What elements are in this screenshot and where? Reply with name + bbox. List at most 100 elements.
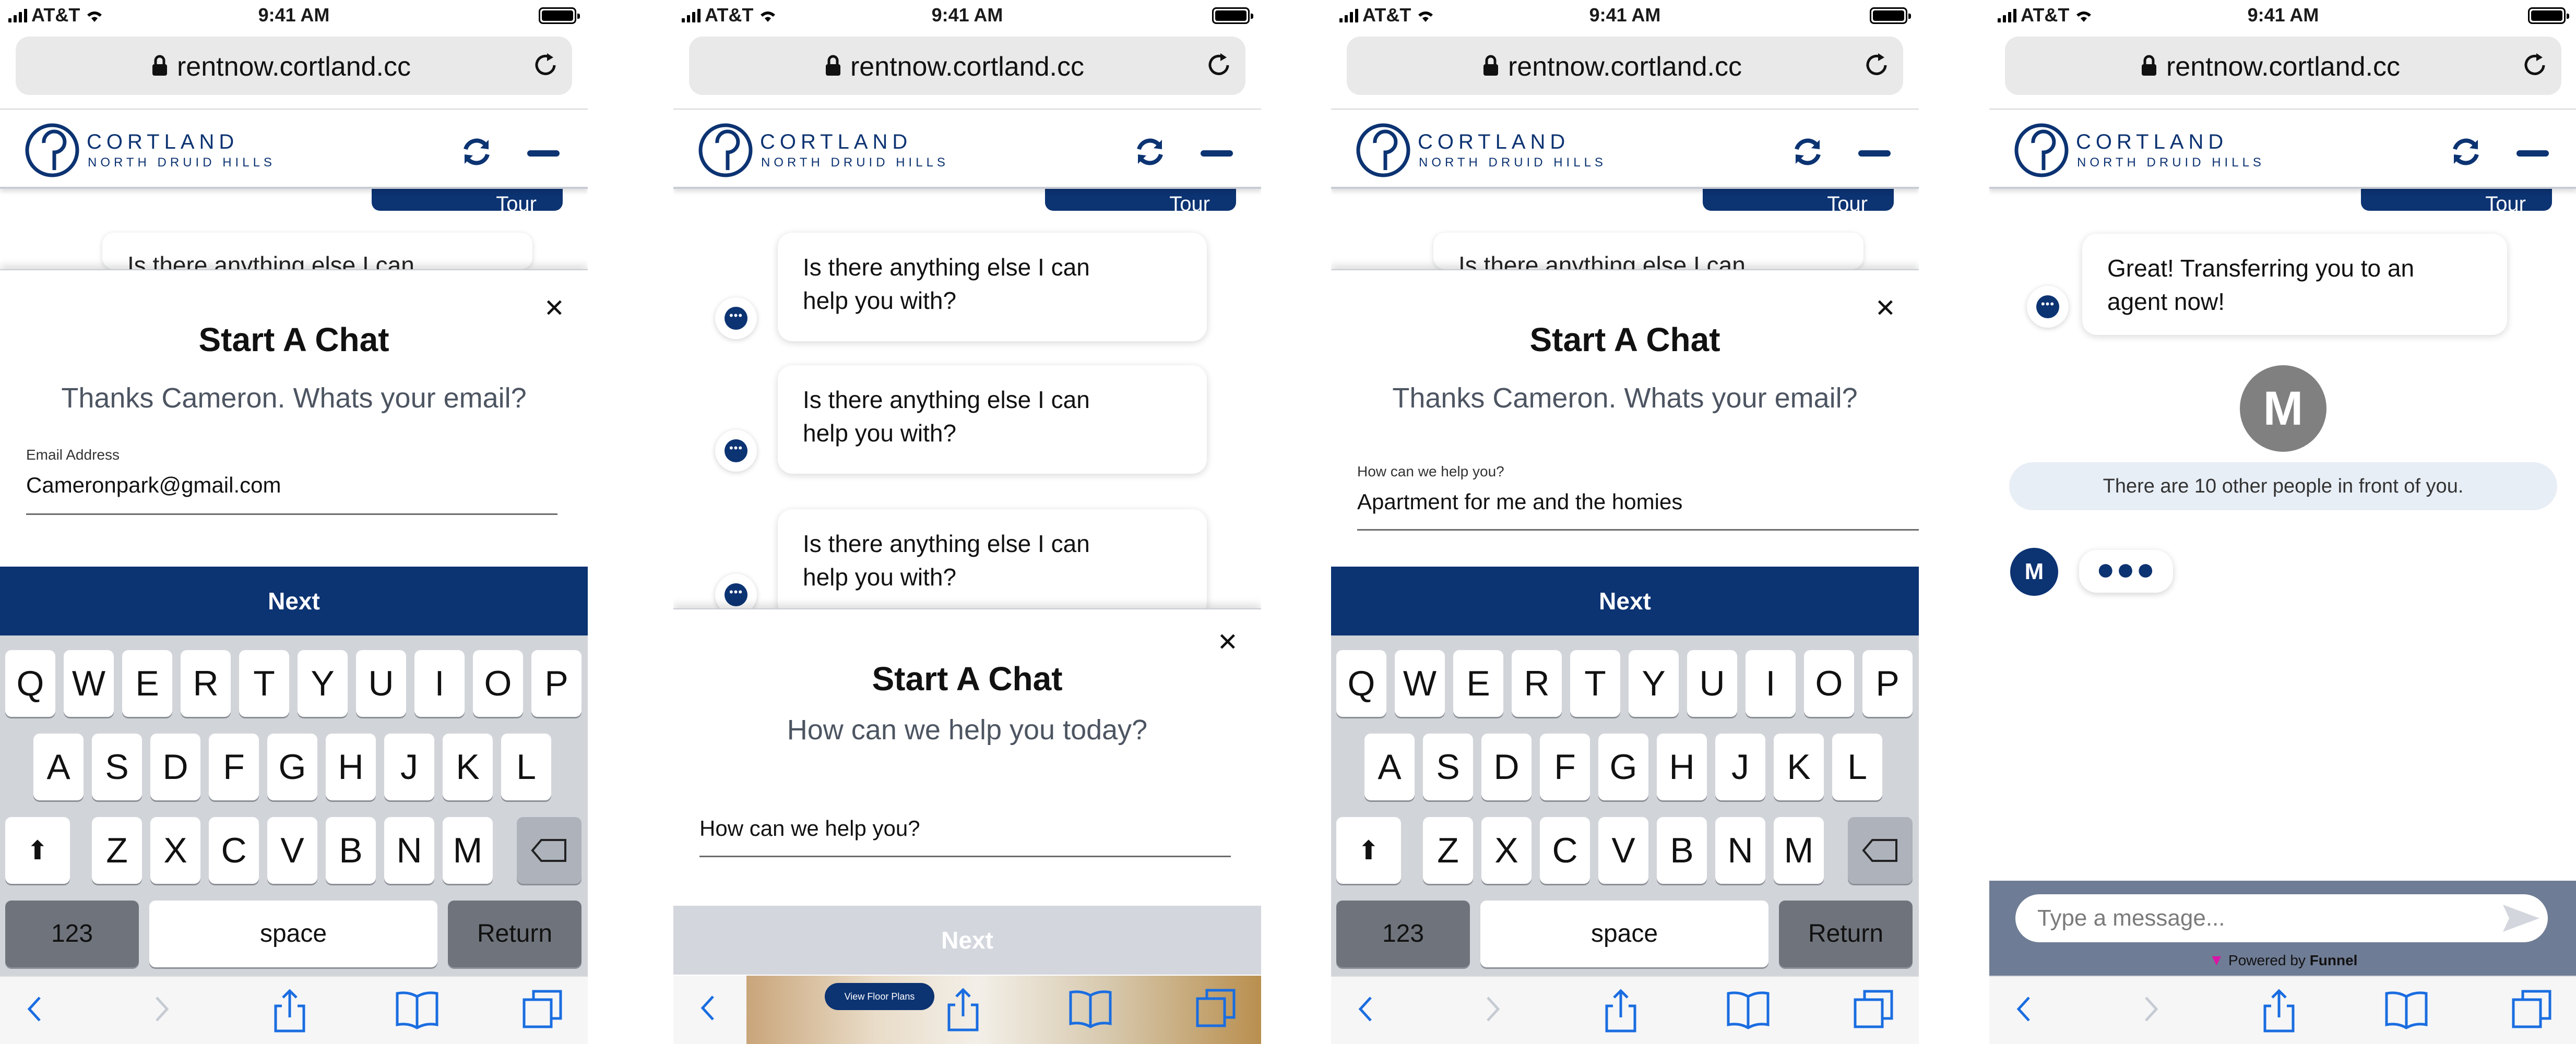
key-y[interactable]: Y	[298, 650, 348, 717]
back-icon[interactable]	[23, 988, 44, 1030]
key-a[interactable]: A	[1364, 734, 1415, 800]
back-icon[interactable]	[696, 987, 717, 1029]
key-f[interactable]: F	[1540, 734, 1590, 800]
numbers-key[interactable]: 123	[5, 901, 139, 967]
key-x[interactable]: X	[150, 817, 200, 884]
key-k[interactable]: K	[1774, 734, 1824, 800]
share-icon[interactable]	[271, 988, 308, 1033]
key-m[interactable]: M	[1774, 817, 1824, 884]
back-icon[interactable]	[1354, 988, 1375, 1030]
minimize-icon[interactable]	[1858, 150, 1891, 157]
key-u[interactable]: U	[356, 650, 406, 717]
key-d[interactable]: D	[150, 734, 200, 800]
key-i[interactable]: I	[414, 650, 465, 717]
share-icon[interactable]	[2261, 988, 2297, 1033]
key-h[interactable]: H	[1657, 734, 1707, 800]
return-key[interactable]: Return	[448, 901, 581, 967]
key-n[interactable]: N	[1715, 817, 1765, 884]
space-key[interactable]: space	[1480, 901, 1768, 967]
key-f[interactable]: F	[209, 734, 259, 800]
key-e[interactable]: E	[122, 650, 172, 717]
bookmarks-icon[interactable]	[395, 988, 440, 1030]
shift-icon[interactable]: ⬆	[1336, 817, 1401, 884]
key-p[interactable]: P	[531, 650, 581, 717]
reload-icon[interactable]	[2521, 51, 2549, 79]
backspace-icon[interactable]	[1848, 817, 1913, 884]
key-w[interactable]: W	[64, 650, 114, 717]
view-floor-plans-button[interactable]: View Floor Plans	[825, 983, 934, 1010]
key-b[interactable]: B	[326, 817, 376, 884]
share-icon[interactable]	[1602, 988, 1639, 1033]
forward-icon[interactable]	[2141, 988, 2162, 1030]
key-s[interactable]: S	[1423, 734, 1473, 800]
tabs-icon[interactable]	[522, 988, 564, 1030]
address-bar[interactable]: rentnow.cortland.cc	[1347, 37, 1903, 95]
send-icon[interactable]	[2502, 903, 2541, 934]
forward-icon[interactable]	[1482, 988, 1503, 1030]
key-z[interactable]: Z	[1423, 817, 1473, 884]
key-x[interactable]: X	[1481, 817, 1532, 884]
key-q[interactable]: Q	[5, 650, 55, 717]
key-c[interactable]: C	[1540, 817, 1590, 884]
key-h[interactable]: H	[326, 734, 376, 800]
minimize-icon[interactable]	[527, 150, 560, 157]
address-bar[interactable]: rentnow.cortland.cc	[16, 37, 572, 95]
key-d[interactable]: D	[1481, 734, 1532, 800]
next-button[interactable]: Next	[1331, 567, 1919, 635]
address-bar[interactable]: rentnow.cortland.cc	[689, 37, 1245, 95]
close-icon[interactable]: ✕	[1875, 296, 1896, 321]
backspace-icon[interactable]	[517, 817, 581, 884]
next-button[interactable]: Next	[0, 567, 588, 635]
share-icon[interactable]	[945, 987, 981, 1032]
space-key[interactable]: space	[149, 901, 437, 967]
help-field[interactable]: Apartment for me and the homies	[1357, 489, 1682, 514]
key-r[interactable]: R	[1512, 650, 1562, 717]
numbers-key[interactable]: 123	[1336, 901, 1470, 967]
help-field[interactable]: How can we help you?	[699, 816, 920, 841]
key-v[interactable]: V	[1598, 817, 1648, 884]
key-e[interactable]: E	[1453, 650, 1503, 717]
key-z[interactable]: Z	[92, 817, 142, 884]
key-m[interactable]: M	[443, 817, 493, 884]
key-g[interactable]: G	[1598, 734, 1648, 800]
key-l[interactable]: L	[501, 734, 551, 800]
address-bar[interactable]: rentnow.cortland.cc	[2005, 37, 2561, 95]
shift-icon[interactable]: ⬆	[5, 817, 70, 884]
key-o[interactable]: O	[1804, 650, 1854, 717]
refresh-icon[interactable]	[2449, 135, 2483, 169]
next-button[interactable]: Next	[673, 906, 1261, 975]
key-b[interactable]: B	[1657, 817, 1707, 884]
key-t[interactable]: T	[1570, 650, 1620, 717]
bookmarks-icon[interactable]	[1068, 987, 1113, 1029]
reload-icon[interactable]	[1205, 51, 1233, 79]
return-key[interactable]: Return	[1779, 901, 1913, 967]
tabs-icon[interactable]	[2511, 988, 2553, 1030]
reload-icon[interactable]	[531, 51, 560, 79]
key-i[interactable]: I	[1746, 650, 1796, 717]
key-t[interactable]: T	[239, 650, 289, 717]
key-p[interactable]: P	[1862, 650, 1913, 717]
bookmarks-icon[interactable]	[2384, 988, 2429, 1030]
key-c[interactable]: C	[209, 817, 259, 884]
key-y[interactable]: Y	[1629, 650, 1679, 717]
key-n[interactable]: N	[384, 817, 434, 884]
key-s[interactable]: S	[92, 734, 142, 800]
back-icon[interactable]	[2012, 988, 2033, 1030]
minimize-icon[interactable]	[2516, 150, 2549, 157]
key-j[interactable]: J	[1715, 734, 1765, 800]
refresh-icon[interactable]	[459, 135, 494, 169]
refresh-icon[interactable]	[1790, 135, 1825, 169]
key-a[interactable]: A	[33, 734, 84, 800]
forward-icon[interactable]	[151, 988, 172, 1030]
email-field[interactable]: Cameronpark@gmail.com	[26, 473, 281, 498]
key-q[interactable]: Q	[1336, 650, 1386, 717]
key-v[interactable]: V	[267, 817, 317, 884]
key-w[interactable]: W	[1395, 650, 1445, 717]
key-u[interactable]: U	[1687, 650, 1737, 717]
key-k[interactable]: K	[443, 734, 493, 800]
key-l[interactable]: L	[1832, 734, 1882, 800]
key-j[interactable]: J	[384, 734, 434, 800]
close-icon[interactable]: ✕	[544, 296, 565, 321]
reload-icon[interactable]	[1862, 51, 1891, 79]
key-o[interactable]: O	[473, 650, 523, 717]
